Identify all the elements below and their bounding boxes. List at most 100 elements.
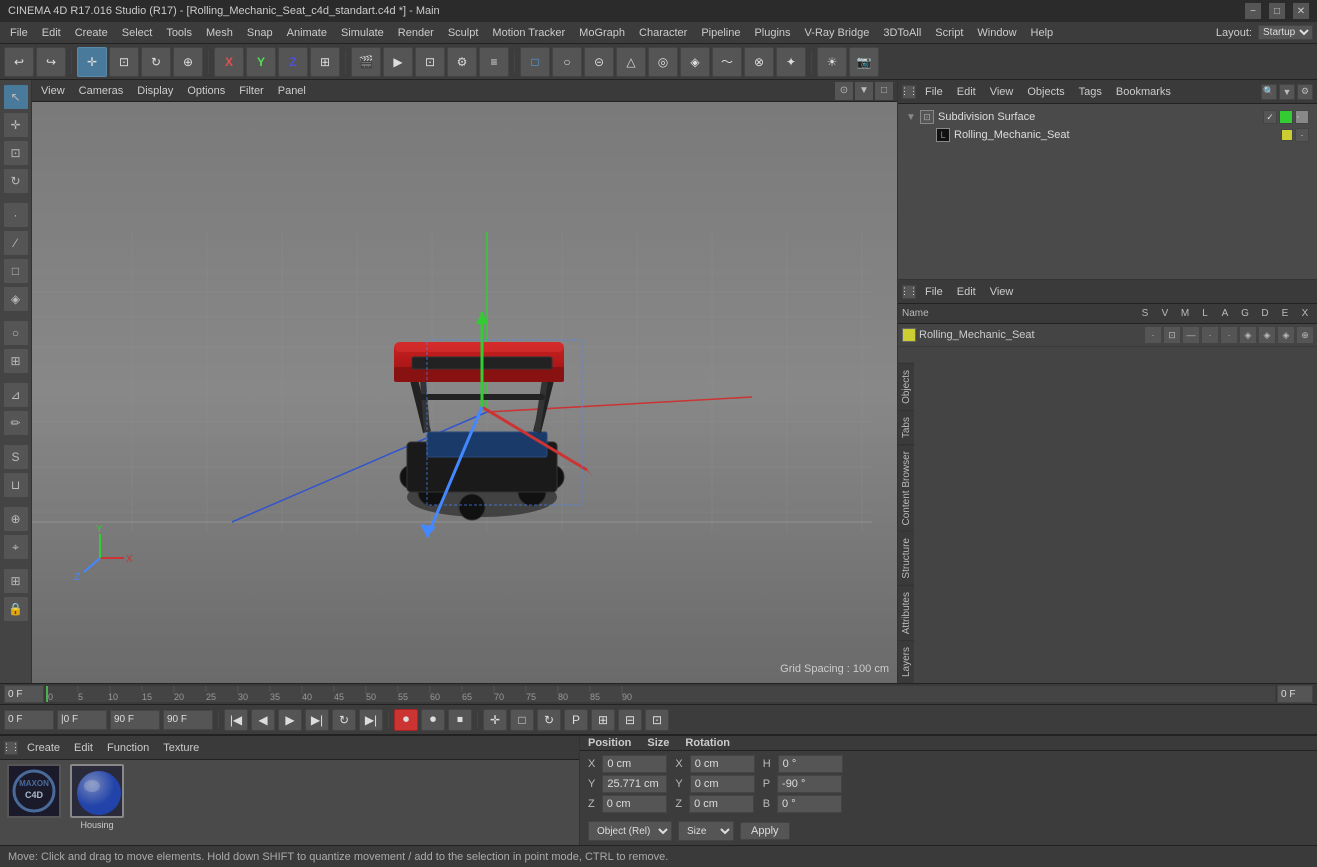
edge-mode-icon[interactable]: ∕ [3, 230, 29, 256]
snap-icon[interactable]: ⌖ [3, 534, 29, 560]
vp-render-icon[interactable]: ▼ [855, 82, 873, 100]
rotate-key-button[interactable]: ↻ [537, 709, 561, 731]
effector-button[interactable]: ✦ [776, 47, 806, 77]
loop-button[interactable]: ↻ [332, 709, 356, 731]
vp-settings-icon[interactable]: □ [875, 82, 893, 100]
motion-record-button[interactable]: ⏹ [448, 709, 472, 731]
model-mode-icon[interactable]: ◈ [3, 286, 29, 312]
render-active-button[interactable]: ⊡ [415, 47, 445, 77]
menu-select[interactable]: Select [116, 25, 159, 41]
spline-button[interactable]: 〜 [712, 47, 742, 77]
select-key-button[interactable]: □ [510, 709, 534, 731]
vp-maximize-icon[interactable]: ⊙ [835, 82, 853, 100]
coord-mode-dropdown[interactable]: Object (Rel) World Local [588, 821, 672, 841]
vtab-structure[interactable]: Structure [898, 531, 914, 585]
mat-ctrl-6[interactable]: ◈ [1240, 327, 1256, 343]
pos-x-input[interactable] [602, 755, 667, 773]
select-tool-icon[interactable]: ↖ [3, 84, 29, 110]
mat-ctrl-9[interactable]: ⊕ [1297, 327, 1313, 343]
rotate-icon[interactable]: ↻ [3, 168, 29, 194]
mp-function-menu[interactable]: Function [102, 741, 154, 755]
mat-ctrl-1[interactable]: · [1145, 327, 1161, 343]
mm-edit-menu[interactable]: Edit [952, 285, 981, 299]
object-item-subdivision[interactable]: ▼ ⊡ Subdivision Surface ✓ · [902, 108, 1313, 126]
sphere-button[interactable]: ○ [552, 47, 582, 77]
paint-icon[interactable]: ✏ [3, 410, 29, 436]
vp-menu-cameras[interactable]: Cameras [74, 83, 129, 99]
x-axis-button[interactable]: X [214, 47, 244, 77]
om-bookmarks-menu[interactable]: Bookmarks [1111, 85, 1176, 99]
vp-menu-display[interactable]: Display [132, 83, 178, 99]
menu-plugins[interactable]: Plugins [748, 25, 796, 41]
primitive-button[interactable]: ◈ [680, 47, 710, 77]
obj-check-icon[interactable]: ✓ [1263, 110, 1277, 124]
texture-icon[interactable]: ⊞ [3, 348, 29, 374]
poly-mode-icon[interactable]: □ [3, 258, 29, 284]
vtab-objects[interactable]: Objects [898, 363, 914, 410]
rotate-tool-button[interactable]: ↻ [141, 47, 171, 77]
object-item-seat[interactable]: L Rolling_Mechanic_Seat · [902, 126, 1313, 144]
pos-z-input[interactable] [602, 795, 667, 813]
menu-mograph[interactable]: MoGraph [573, 25, 631, 41]
size-x-input[interactable] [690, 755, 755, 773]
vtab-attributes[interactable]: Attributes [898, 585, 914, 640]
close-button[interactable]: ✕ [1293, 3, 1309, 19]
record-button[interactable]: ⏺ [394, 709, 418, 731]
apply-button[interactable]: Apply [740, 822, 790, 840]
menu-edit[interactable]: Edit [36, 25, 67, 41]
z-axis-button[interactable]: Z [278, 47, 308, 77]
move-tool-button[interactable]: ✛ [77, 47, 107, 77]
render-region-button[interactable]: ▶ [383, 47, 413, 77]
vtab-tabs[interactable]: Tabs [898, 410, 914, 444]
magnet-icon[interactable]: ⊕ [3, 506, 29, 532]
menu-character[interactable]: Character [633, 25, 693, 41]
menu-script[interactable]: Script [929, 25, 969, 41]
om-edit-menu[interactable]: Edit [952, 85, 981, 99]
rot-b-input[interactable] [777, 795, 842, 813]
menu-snap[interactable]: Snap [241, 25, 279, 41]
key-settings-button[interactable]: ⊡ [645, 709, 669, 731]
material-row-seat[interactable]: Rolling_Mechanic_Seat · ⊡ — · · ◈ ◈ ◈ ⊕ [898, 324, 1317, 347]
deformer-button[interactable]: ⊗ [744, 47, 774, 77]
obj-visibility-green[interactable] [1279, 110, 1293, 124]
viewport[interactable]: Perspective [32, 102, 897, 683]
grid-icon[interactable]: ⊞ [3, 568, 29, 594]
frame-max-input[interactable] [163, 710, 213, 730]
step-back-button[interactable]: ◀ [251, 709, 275, 731]
mat-ctrl-5[interactable]: · [1221, 327, 1237, 343]
object-mode-icon[interactable]: ○ [3, 320, 29, 346]
layout-dropdown[interactable]: Startup [1258, 25, 1313, 40]
vp-menu-view[interactable]: View [36, 83, 70, 99]
coord-size-dropdown[interactable]: Size Scale [678, 821, 734, 841]
scale-tool-button[interactable]: ⊡ [109, 47, 139, 77]
minimize-button[interactable]: − [1245, 3, 1261, 19]
scale-key-button[interactable]: P [564, 709, 588, 731]
transform-button[interactable]: ⊕ [173, 47, 203, 77]
goto-start-button[interactable]: |◀ [224, 709, 248, 731]
light-button[interactable]: ☀ [817, 47, 847, 77]
obj-expand-arrow[interactable]: ▼ [906, 112, 916, 123]
menu-window[interactable]: Window [971, 25, 1022, 41]
y-axis-button[interactable]: Y [246, 47, 276, 77]
move-icon[interactable]: ✛ [3, 112, 29, 138]
om-settings-icon[interactable]: ⚙ [1297, 84, 1313, 100]
scale-icon[interactable]: ⊡ [3, 140, 29, 166]
size-z-input[interactable] [689, 795, 754, 813]
mat-ctrl-8[interactable]: ◈ [1278, 327, 1294, 343]
mat-ctrl-7[interactable]: ◈ [1259, 327, 1275, 343]
cube-button[interactable]: □ [520, 47, 550, 77]
record-frame-button[interactable]: ⏺ [421, 709, 445, 731]
solo-key-button[interactable]: ⊟ [618, 709, 642, 731]
frame-start-input[interactable] [4, 710, 54, 730]
vtab-layers[interactable]: Layers [898, 640, 914, 683]
undo-button[interactable]: ↩ [4, 47, 34, 77]
om-objects-menu[interactable]: Objects [1022, 85, 1069, 99]
mm-view-menu[interactable]: View [985, 285, 1019, 299]
vtab-content-browser[interactable]: Content Browser [898, 444, 914, 531]
mp-create-menu[interactable]: Create [22, 741, 65, 755]
mat-ctrl-2[interactable]: ⊡ [1164, 327, 1180, 343]
maximize-button[interactable]: □ [1269, 3, 1285, 19]
material-thumb-housing[interactable]: Housing [70, 764, 124, 824]
mm-file-menu[interactable]: File [920, 285, 948, 299]
render-settings-button[interactable]: ⚙ [447, 47, 477, 77]
